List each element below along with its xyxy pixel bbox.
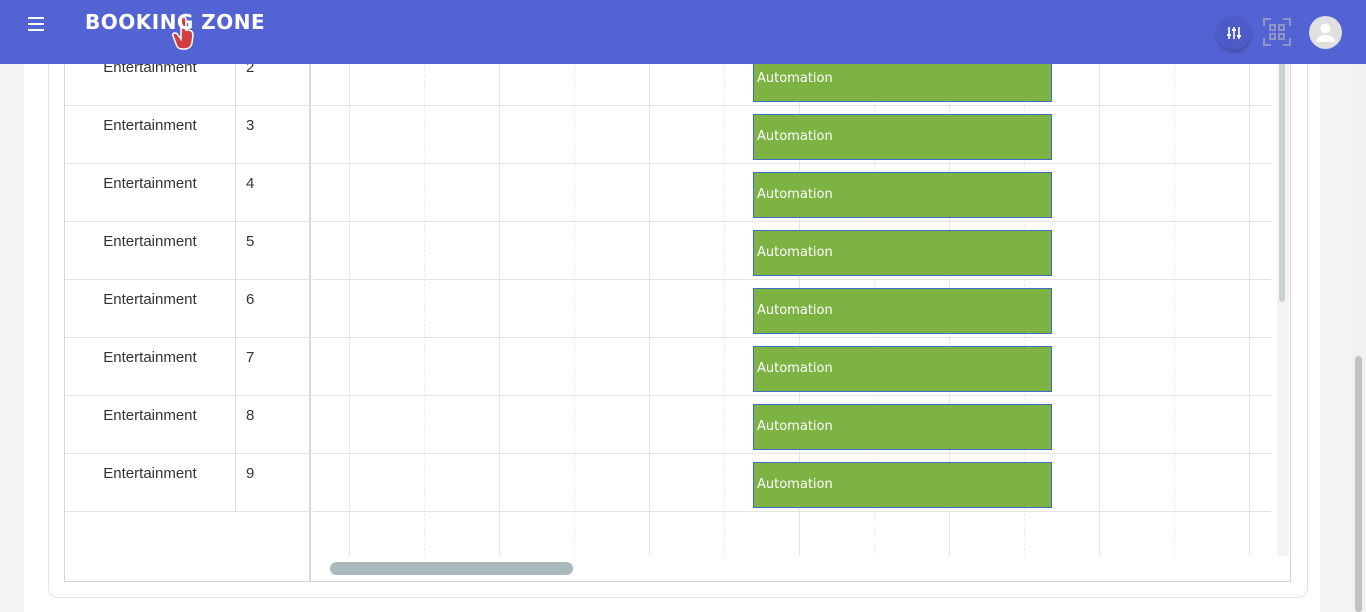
resource-row: Entertainment 9 (65, 454, 309, 512)
filter-button[interactable] (1217, 16, 1251, 50)
resource-name: Entertainment (65, 164, 236, 222)
scrollbar-thumb[interactable] (1279, 60, 1285, 302)
resource-column: Entertainment1Entertainment2Entertainmen… (65, 0, 311, 556)
grid-line (349, 0, 350, 556)
resource-row: Entertainment 6 (65, 280, 309, 338)
user-avatar-icon[interactable] (1309, 16, 1342, 49)
row-divider (313, 279, 1271, 280)
resource-name: Entertainment (65, 280, 236, 338)
event-block[interactable]: Automation (753, 288, 1052, 334)
resource-number: 9 (246, 465, 255, 482)
scheduler-horizontal-scrollbar[interactable] (313, 556, 1275, 580)
resource-row: Entertainment 8 (65, 396, 309, 454)
resource-row: Entertainment 7 (65, 338, 309, 396)
scrollbar-corner (65, 556, 311, 581)
grid-line (424, 0, 425, 556)
scheduler-vertical-scrollbar[interactable] (1277, 0, 1289, 556)
logo[interactable]: BOOKING ZONE (85, 10, 265, 54)
grid-line (1099, 0, 1100, 556)
menu-icon[interactable] (24, 12, 48, 36)
resource-row: Entertainment 5 (65, 222, 309, 280)
logo-text: BOOKING ZONE (85, 10, 266, 34)
page-scrollbar-thumb[interactable] (1355, 356, 1362, 612)
resource-name: Entertainment (65, 338, 236, 396)
row-divider (313, 395, 1271, 396)
resource-name: Entertainment (65, 106, 236, 164)
resource-number: 3 (246, 117, 255, 134)
timeline-grid: Automation Automation Automation Automation… (313, 0, 1271, 556)
resource-name: Entertainment (65, 396, 236, 454)
row-divider (313, 221, 1271, 222)
page-scrollbar[interactable] (1351, 64, 1366, 612)
event-block[interactable]: Automation (753, 230, 1052, 276)
row-divider (313, 453, 1271, 454)
resource-number: 6 (246, 291, 255, 308)
top-app-bar: BOOKING ZONE (0, 0, 1366, 64)
event-block[interactable]: Automation (753, 404, 1052, 450)
resource-number: 8 (246, 407, 255, 424)
scheduler: Entertainment1Entertainment2Entertainmen… (64, 0, 1291, 582)
resource-name: Entertainment (65, 454, 236, 512)
row-divider (313, 511, 1271, 512)
row-divider (313, 105, 1271, 106)
grid-line (724, 0, 725, 556)
qr-scan-icon[interactable] (1262, 17, 1292, 47)
row-divider (313, 163, 1271, 164)
event-block[interactable]: Automation (753, 462, 1052, 508)
grid-line (649, 0, 650, 556)
resource-row: Entertainment 4 (65, 164, 309, 222)
grid-line (1174, 0, 1175, 556)
filter-sliders-icon (1227, 27, 1241, 39)
grid-line (1249, 0, 1250, 556)
event-block[interactable]: Automation (753, 114, 1052, 160)
scrollbar-thumb[interactable] (330, 562, 573, 575)
event-block[interactable]: Automation (753, 172, 1052, 218)
row-divider (313, 337, 1271, 338)
resource-row: Entertainment 3 (65, 106, 309, 164)
grid-line (499, 0, 500, 556)
resource-number: 7 (246, 349, 255, 366)
resource-name: Entertainment (65, 222, 236, 280)
resource-number: 5 (246, 233, 255, 250)
event-block[interactable]: Automation (753, 346, 1052, 392)
grid-line (574, 0, 575, 556)
resource-number: 4 (246, 175, 255, 192)
